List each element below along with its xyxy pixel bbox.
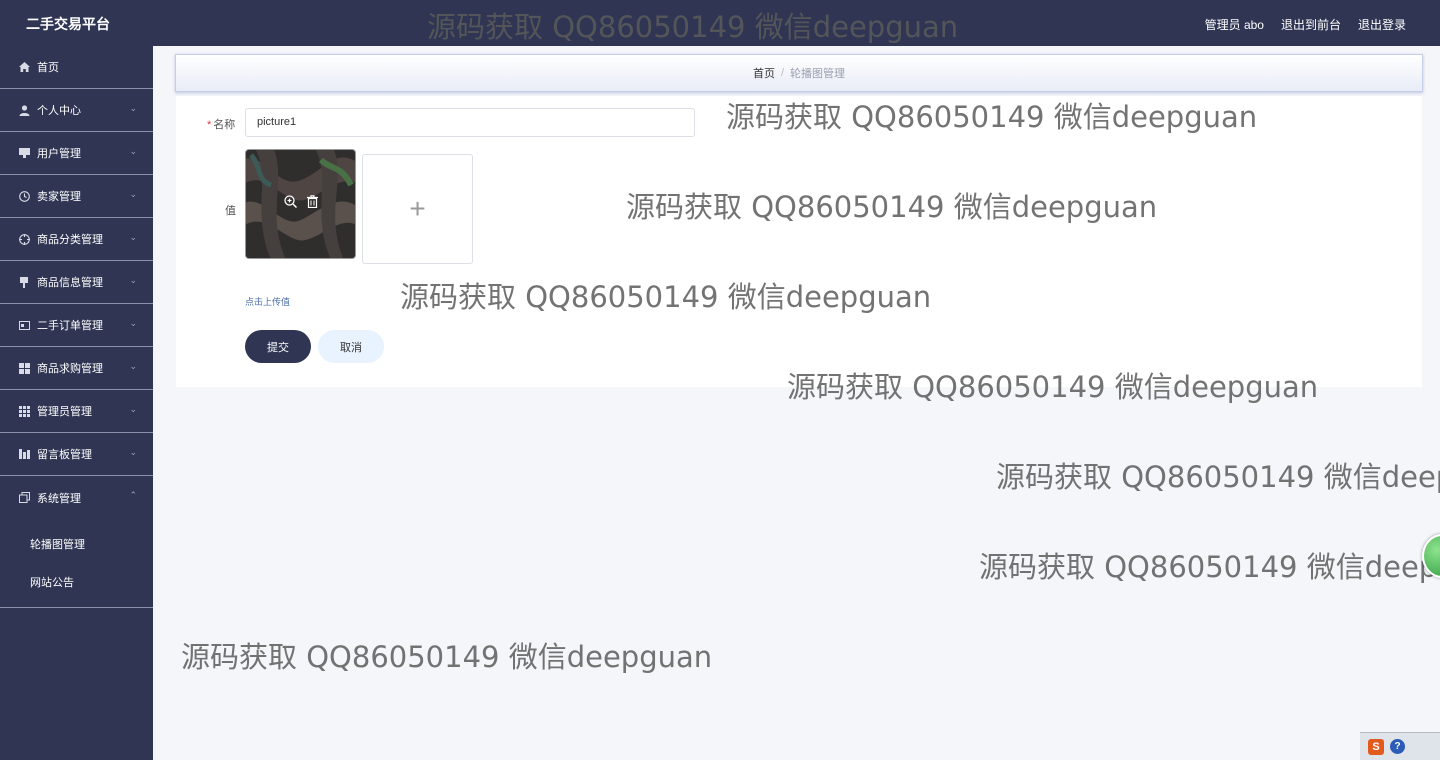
pin-icon — [18, 276, 30, 288]
sidebar: 首页 个人中心 ⌄ 用户管理 ⌄ 卖家管理 ⌄ 商品分类管理 ⌄ 商品信息管理 … — [0, 46, 153, 760]
upload-hint: 点击上传值 — [245, 297, 291, 307]
zoom-in-icon[interactable] — [283, 195, 297, 213]
chevron-up-icon: ⌃ — [129, 490, 137, 500]
top-right-menu: 管理员 abo 退出到前台 退出登录 — [1205, 16, 1406, 33]
sidebar-item-category-management[interactable]: 商品分类管理 ⌄ — [0, 218, 153, 261]
sidebar-item-label: 商品信息管理 — [37, 277, 103, 289]
sidebar-item-seller-management[interactable]: 卖家管理 ⌄ — [0, 175, 153, 218]
value-label: 值 — [225, 205, 236, 217]
required-mark: * — [207, 119, 212, 131]
sidebar-item-home[interactable]: 首页 — [0, 46, 153, 89]
sidebar-subitem-label: 轮播图管理 — [30, 539, 85, 551]
sidebar-item-message-board-management[interactable]: 留言板管理 ⌄ — [0, 433, 153, 476]
sidebar-subitem-label: 网站公告 — [30, 577, 74, 589]
cancel-button[interactable]: 取消 — [318, 330, 384, 363]
sidebar-item-label: 管理员管理 — [37, 406, 92, 418]
help-icon[interactable]: ? — [1390, 739, 1405, 754]
trash-icon[interactable] — [306, 195, 318, 213]
user-icon — [18, 104, 30, 116]
sidebar-item-label: 留言板管理 — [37, 449, 92, 461]
sogou-input-icon[interactable]: S — [1368, 738, 1384, 755]
chevron-down-icon: ⌄ — [129, 146, 137, 156]
breadcrumb-current: 轮播图管理 — [790, 68, 846, 80]
chevron-down-icon: ⌄ — [129, 232, 137, 242]
sidebar-subitem-site-announcement[interactable]: 网站公告 — [0, 563, 153, 601]
copy-icon — [18, 492, 30, 504]
sidebar-subitem-carousel-management[interactable]: 轮播图管理 — [0, 525, 153, 563]
sidebar-item-order-management[interactable]: 二手订单管理 ⌄ — [0, 304, 153, 347]
sidebar-item-label: 首页 — [37, 62, 59, 74]
grid-icon — [18, 362, 30, 374]
chevron-down-icon: ⌄ — [129, 404, 137, 414]
sidebar-item-system-management[interactable]: 系统管理 ⌃ — [0, 476, 153, 519]
chevron-down-icon: ⌄ — [129, 275, 137, 285]
sidebar-item-label: 商品求购管理 — [37, 363, 103, 375]
chevron-down-icon: ⌄ — [129, 361, 137, 371]
home-icon — [18, 61, 30, 73]
submit-button[interactable]: 提交 — [245, 330, 311, 363]
thumbnail-actions-overlay — [246, 150, 355, 258]
breadcrumb-separator: / — [780, 67, 785, 79]
sidebar-item-purchase-request-management[interactable]: 商品求购管理 ⌄ — [0, 347, 153, 390]
target-icon — [18, 233, 30, 245]
sidebar-item-label: 卖家管理 — [37, 191, 81, 203]
name-label: * 名称 — [207, 116, 235, 132]
upload-button[interactable]: + — [362, 154, 473, 264]
admin-user-label[interactable]: 管理员 abo — [1205, 16, 1264, 33]
monitor-icon — [18, 147, 30, 159]
chevron-down-icon: ⌄ — [129, 103, 137, 113]
sidebar-item-label: 系统管理 — [37, 492, 81, 505]
edit-form: * 名称 picture1 值 + 点击上传值 提交 取消 — [176, 96, 1422, 387]
chevron-down-icon: ⌄ — [129, 189, 137, 199]
system-tray: S ? — [1360, 732, 1440, 760]
back-to-front-link[interactable]: 退出到前台 — [1281, 16, 1341, 33]
sidebar-item-label: 个人中心 — [37, 105, 81, 117]
chevron-down-icon: ⌄ — [129, 318, 137, 328]
name-input[interactable]: picture1 — [245, 108, 695, 137]
apps-icon — [18, 405, 30, 417]
sidebar-item-label: 二手订单管理 — [37, 320, 103, 332]
sidebar-item-personal-center[interactable]: 个人中心 ⌄ — [0, 89, 153, 132]
sidebar-item-label: 用户管理 — [37, 148, 81, 160]
main-content: 首页 / 轮播图管理 * 名称 picture1 值 + 点击上传值 提交 取消 — [153, 46, 1440, 760]
uploaded-image-thumbnail[interactable] — [245, 149, 356, 259]
breadcrumb-home-link[interactable]: 首页 — [753, 65, 775, 81]
logout-link[interactable]: 退出登录 — [1358, 16, 1406, 33]
system-submenu: 轮播图管理 网站公告 — [0, 519, 153, 608]
breadcrumb: 首页 / 轮播图管理 — [175, 54, 1423, 92]
clock-icon — [18, 190, 30, 202]
sidebar-item-admin-management[interactable]: 管理员管理 ⌄ — [0, 390, 153, 433]
sidebar-item-product-info-management[interactable]: 商品信息管理 ⌄ — [0, 261, 153, 304]
sidebar-item-user-management[interactable]: 用户管理 ⌄ — [0, 132, 153, 175]
card-icon — [18, 319, 30, 331]
brand-title: 二手交易平台 — [26, 16, 110, 32]
chevron-down-icon: ⌄ — [129, 447, 137, 457]
top-navbar: 二手交易平台 管理员 abo 退出到前台 退出登录 — [0, 0, 1440, 46]
name-label-text: 名称 — [213, 119, 236, 131]
sidebar-item-label: 商品分类管理 — [37, 234, 103, 246]
bars-icon — [18, 448, 30, 460]
